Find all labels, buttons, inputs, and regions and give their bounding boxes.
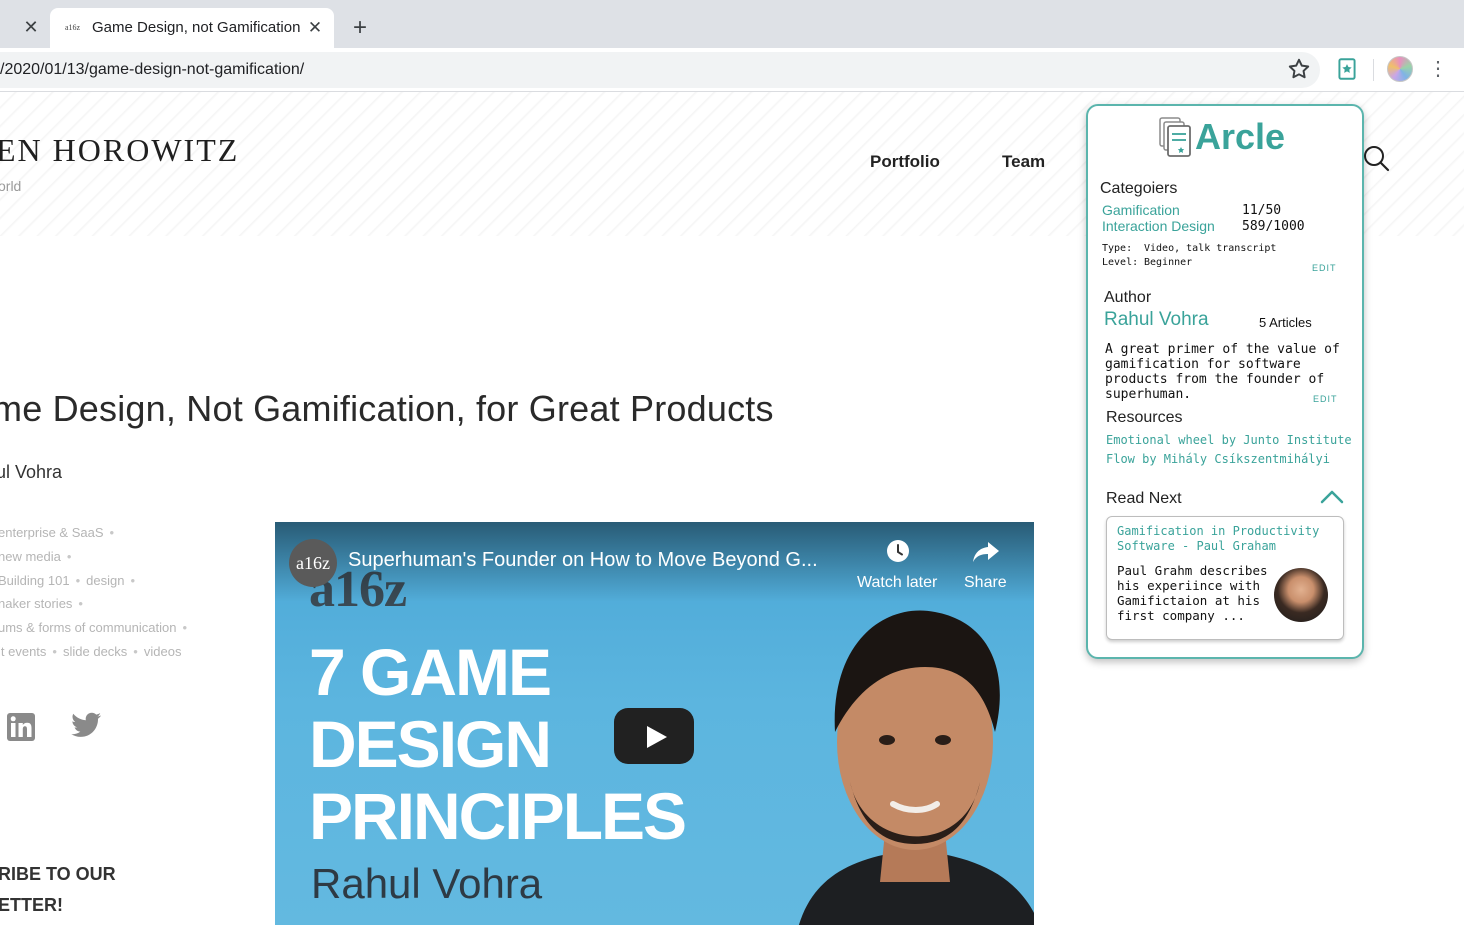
video-speaker-name: Rahul Vohra — [311, 860, 543, 907]
video-thumbnail-text: 7 GAME — [309, 635, 552, 709]
tag-link[interactable]: Building 101 — [0, 573, 70, 588]
bookmark-star-icon[interactable] — [1286, 56, 1312, 82]
categories-heading: Categoiers — [1100, 180, 1178, 197]
arcle-extension-icon[interactable] — [1334, 56, 1360, 82]
video-title[interactable]: Superhuman's Founder on How to Move Beyo… — [348, 549, 838, 572]
address-bar[interactable]: /2020/01/13/game-design-not-gamification… — [0, 52, 1320, 88]
nav-team[interactable]: Team — [1002, 152, 1045, 172]
tag-row: new media • — [0, 549, 72, 564]
toolbar-separator — [1373, 59, 1374, 81]
profile-avatar[interactable] — [1387, 56, 1413, 82]
tag-link[interactable]: ums & forms of communication — [0, 620, 176, 635]
author-description: A great primer of the value of gamificat… — [1105, 342, 1340, 402]
tab-close-icon[interactable]: ✕ — [304, 17, 326, 39]
category-link[interactable]: Gamification — [1102, 202, 1180, 218]
play-icon — [647, 726, 667, 748]
level-value: Beginner — [1144, 257, 1193, 268]
tag-link[interactable]: videos — [144, 644, 182, 659]
subscribe-heading: RIBE TO OUR — [0, 864, 116, 884]
category-link[interactable]: Interaction Design — [1102, 218, 1215, 234]
author-article-count[interactable]: 5 Articles — [1259, 315, 1312, 330]
linkedin-icon[interactable] — [6, 712, 36, 742]
twitter-icon[interactable] — [70, 712, 102, 740]
new-tab-button[interactable]: + — [346, 14, 374, 42]
tag-link[interactable]: it events — [0, 644, 46, 659]
resource-link[interactable]: Flow by Mihály Csíkszentmihályi — [1106, 452, 1330, 466]
type-value: Video, talk transcript — [1144, 243, 1277, 254]
tag-link[interactable]: naker stories — [0, 596, 72, 611]
site-logo[interactable]: EN HOROWITZ — [0, 132, 239, 169]
browser-toolbar: /2020/01/13/game-design-not-gamification… — [0, 48, 1464, 92]
edit-categories-button[interactable]: EDIT — [1312, 263, 1337, 273]
tag-row: ums & forms of communication • — [0, 620, 188, 635]
video-thumbnail-text: PRINCIPLES — [309, 779, 687, 853]
category-score: 589/1000 — [1242, 219, 1305, 234]
tag-link[interactable]: enterprise & SaaS — [0, 525, 104, 540]
tag-row: naker stories • — [0, 596, 83, 611]
tag-link[interactable]: new media — [0, 549, 61, 564]
video-thumbnail-text: DESIGN — [309, 707, 552, 781]
browser-menu-icon[interactable]: ⋮ — [1427, 56, 1449, 82]
read-next-card[interactable]: Gamification in Productivity Software - … — [1106, 516, 1344, 640]
tag-row: it events • slide decks • videos — [0, 644, 182, 659]
search-icon[interactable] — [1362, 144, 1390, 172]
tag-link[interactable]: design — [86, 573, 124, 588]
read-next-heading: Read Next — [1106, 490, 1182, 507]
speaker-photo — [799, 610, 1034, 925]
level-label: Level: — [1102, 257, 1139, 268]
tag-row: enterprise & SaaS • — [0, 525, 115, 540]
share-icon[interactable] — [972, 540, 1000, 564]
category-score: 11/50 — [1242, 203, 1282, 218]
video-player[interactable]: a16z 7 GAME DESIGN PRINCIPLES Rahul Vohr… — [275, 522, 1034, 925]
tab-favicon-icon: a16z — [65, 23, 81, 32]
arcle-logo-icon — [1159, 117, 1191, 157]
author-name-link[interactable]: Rahul Vohra — [1104, 309, 1209, 331]
subscribe-heading: ETTER! — [0, 895, 63, 915]
prev-tab-close-icon[interactable]: ✕ — [20, 16, 42, 38]
watch-later-label[interactable]: Watch later — [857, 574, 937, 592]
read-next-title[interactable]: Gamification in Productivity Software - … — [1117, 524, 1337, 554]
play-button[interactable] — [614, 708, 694, 764]
active-tab[interactable]: a16z Game Design, not Gamification ✕ — [50, 8, 334, 48]
article-author[interactable]: ul Vohra — [0, 462, 62, 483]
arcle-panel: Arcle Categoiers Gamification 11/50 Inte… — [1086, 104, 1364, 659]
chevron-up-icon[interactable] — [1320, 489, 1344, 505]
type-label: Type: — [1102, 243, 1133, 254]
tag-row: Building 101 • design • — [0, 573, 135, 588]
edit-description-button[interactable]: EDIT — [1313, 394, 1338, 404]
tab-bar: ✕ a16z Game Design, not Gamification ✕ + — [0, 0, 1464, 48]
author-heading: Author — [1104, 289, 1152, 306]
read-next-description: Paul Grahm describes his experiince with… — [1117, 563, 1268, 623]
read-next-author-avatar — [1274, 568, 1328, 622]
nav-portfolio[interactable]: Portfolio — [870, 152, 940, 172]
site-logo-subtitle: orld — [0, 178, 22, 194]
article-title: me Design, Not Gamification, for Great P… — [0, 388, 774, 429]
tab-title: Game Design, not Gamification — [92, 19, 301, 36]
channel-avatar[interactable]: a16z — [289, 539, 337, 587]
share-label[interactable]: Share — [964, 574, 1007, 592]
tag-link[interactable]: slide decks — [63, 644, 127, 659]
resource-link[interactable]: Emotional wheel by Junto Institute — [1106, 433, 1352, 447]
clock-icon[interactable] — [885, 538, 911, 564]
arcle-title: Arcle — [1195, 116, 1286, 157]
resources-heading: Resources — [1106, 409, 1183, 426]
url-text[interactable]: /2020/01/13/game-design-not-gamification… — [0, 61, 304, 79]
